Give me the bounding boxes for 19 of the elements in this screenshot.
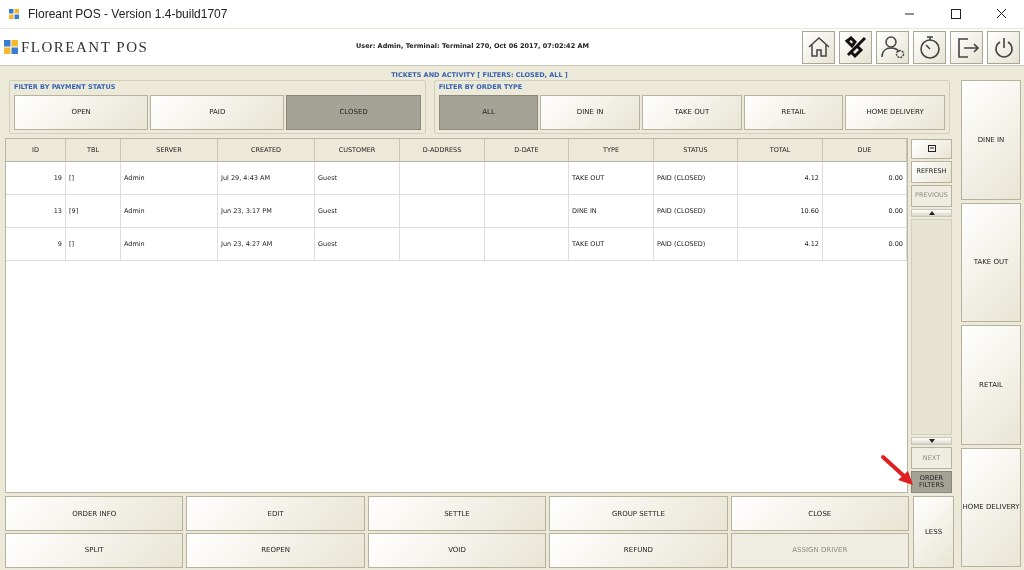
toolbar-button[interactable] [839,30,872,64]
down-arrow-icon [928,439,935,444]
scroll-up-button[interactable] [911,208,952,217]
up-arrow-icon [928,210,935,215]
maximize-icon [949,9,961,19]
scroll-down-button[interactable] [911,437,952,446]
toolbar-button[interactable] [802,30,835,64]
logo-icon [4,40,18,54]
window-title: Floreant POS - Version 1.4-build1707 [28,6,229,23]
list-icon [927,145,936,153]
toolbar-button[interactable] [876,30,909,64]
toolbar-button[interactable] [987,30,1020,64]
toolbar-button[interactable] [913,30,946,64]
user-settings-icon [878,33,907,61]
annotation-arrow [880,454,914,486]
app-icon [8,8,20,20]
logo-text: FLOREANT POS [21,37,150,57]
list-button[interactable] [911,138,952,159]
close-icon [995,9,1007,19]
